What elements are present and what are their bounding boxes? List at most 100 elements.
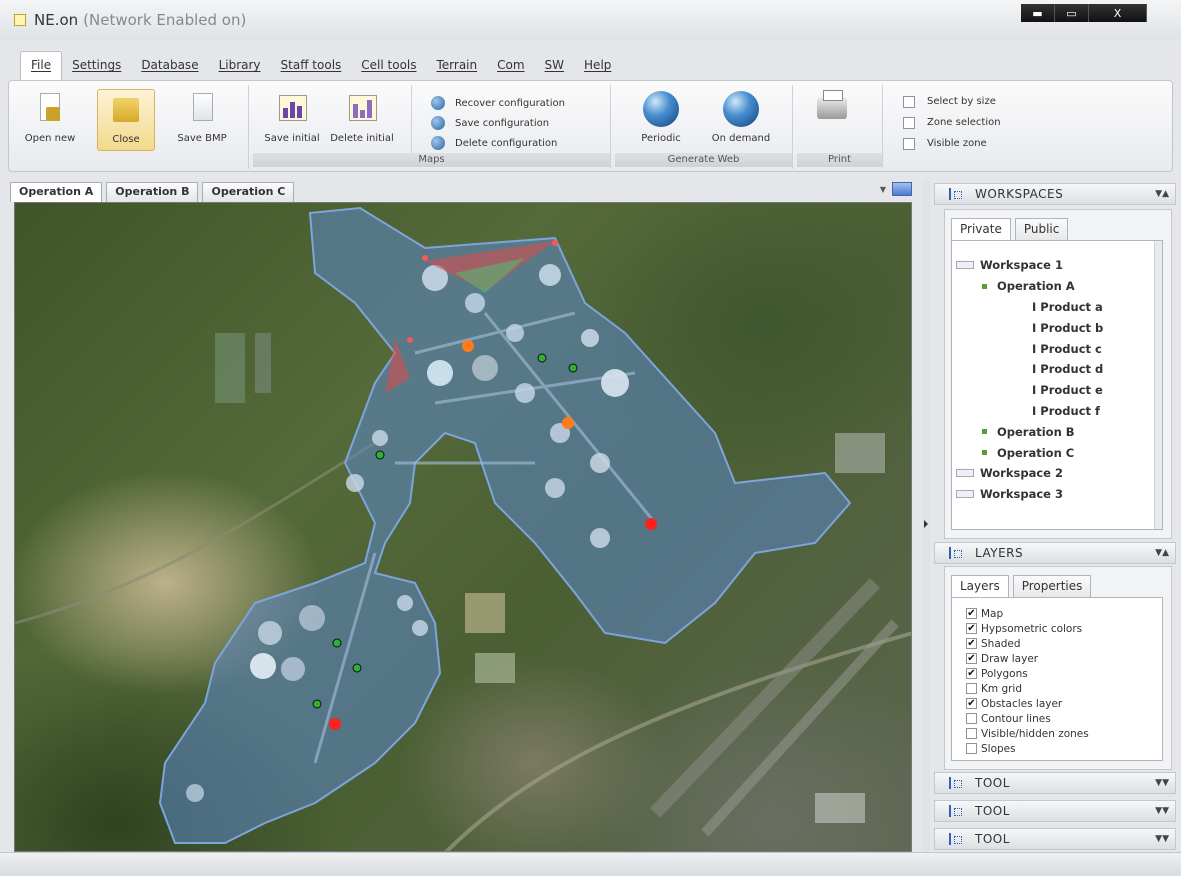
layer-checkbox[interactable] — [966, 713, 977, 724]
save-config-button[interactable]: Save configuration — [431, 113, 565, 133]
menu-help[interactable]: Help — [574, 58, 621, 80]
tree-product-f[interactable]: I Product f — [952, 401, 1162, 422]
open-new-button[interactable]: Open new — [17, 91, 83, 144]
tool-title: TOOL — [975, 832, 1010, 846]
maximize-button[interactable]: ▭ — [1055, 4, 1089, 22]
recover-config-label: Recover configuration — [455, 97, 565, 109]
tab-list-arrow-icon[interactable]: ▼ — [880, 185, 886, 194]
layer-checkbox[interactable] — [966, 728, 977, 739]
menu-cell-tools[interactable]: Cell tools — [351, 58, 426, 80]
window-layout-icon[interactable] — [892, 182, 912, 196]
tree-workspace-3[interactable]: Workspace 3 — [952, 484, 1162, 505]
tree-product-c[interactable]: I Product c — [952, 338, 1162, 359]
close-window-button[interactable]: X — [1089, 4, 1147, 22]
expand-arrow-icon[interactable]: ▼▼ — [1155, 806, 1169, 816]
layers-panel-header[interactable]: LAYERS ▼▲ — [934, 542, 1176, 564]
zone-selection-checkbox[interactable] — [903, 116, 915, 129]
layer-checkbox[interactable]: ✔ — [966, 623, 977, 634]
layer-checkbox[interactable]: ✔ — [966, 653, 977, 664]
visible-zone-option[interactable]: Visible zone — [903, 133, 1001, 154]
recover-config-button[interactable]: Recover configuration — [431, 93, 565, 113]
expand-arrow-icon[interactable]: ▼▼ — [1155, 834, 1169, 844]
delete-config-button[interactable]: Delete configuration — [431, 133, 565, 153]
layer-item[interactable]: ✔ Draw layer — [966, 651, 1162, 666]
tab-operation-a[interactable]: Operation A — [10, 182, 103, 202]
tool-panel-header-3[interactable]: TOOL ▼▼ — [934, 828, 1176, 850]
tree-operation-a[interactable]: Operation A — [952, 276, 1162, 297]
satellite-map[interactable] — [14, 202, 912, 852]
minimize-button[interactable]: ▬ — [1021, 4, 1055, 22]
tree-product-d[interactable]: I Product d — [952, 359, 1162, 380]
generate-web-group: Periodic On demand Generate Web — [615, 85, 793, 169]
layer-label: Map — [981, 607, 1004, 620]
layer-checkbox[interactable] — [966, 683, 977, 694]
tab-public[interactable]: Public — [1014, 218, 1069, 240]
tree-product-e[interactable]: I Product e — [952, 380, 1162, 401]
tree-operation-b[interactable]: Operation B — [952, 421, 1162, 442]
workspace-icon — [956, 261, 974, 270]
layer-item[interactable]: ✔ Hypsometric colors — [966, 621, 1162, 636]
expand-arrow-icon[interactable]: ▼▼ — [1155, 778, 1169, 788]
zone-selection-option[interactable]: Zone selection — [903, 112, 1001, 133]
tree-label: Operation C — [997, 445, 1075, 460]
tree-product-b[interactable]: I Product b — [952, 317, 1162, 338]
tab-private[interactable]: Private — [951, 218, 1011, 240]
tool-panel-header-1[interactable]: TOOL ▼▼ — [934, 772, 1176, 794]
menu-file[interactable]: File — [20, 51, 63, 80]
maps-group: Save initial Delete initial Recover conf… — [253, 85, 611, 169]
menu-sw[interactable]: SW — [535, 58, 574, 80]
tree-scrollbar[interactable] — [1154, 241, 1162, 529]
tree-label: Operation B — [997, 424, 1075, 439]
layer-checkbox[interactable]: ✔ — [966, 638, 977, 649]
menu-terrain[interactable]: Terrain — [427, 58, 488, 80]
select-by-size-option[interactable]: Select by size — [903, 91, 1001, 112]
workspaces-panel-header[interactable]: WORKSPACES ▼▲ — [934, 183, 1176, 205]
save-initial-button[interactable]: Save initial — [259, 91, 325, 144]
ribbon: Open new Close Save BMP Save initial Del… — [8, 80, 1173, 172]
layer-label: Slopes — [981, 742, 1016, 755]
tab-operation-c[interactable]: Operation C — [202, 182, 295, 202]
delete-initial-button[interactable]: Delete initial — [329, 91, 395, 144]
print-button[interactable] — [807, 90, 853, 133]
layer-item[interactable]: Km grid — [966, 681, 1162, 696]
menu-library[interactable]: Library — [209, 58, 271, 80]
layer-item[interactable]: ✔ Polygons — [966, 666, 1162, 681]
layer-checkbox[interactable] — [966, 743, 977, 754]
open-new-label: Open new — [24, 133, 76, 144]
layer-item[interactable]: ✔ Shaded — [966, 636, 1162, 651]
tab-layers[interactable]: Layers — [951, 575, 1009, 597]
layer-checkbox[interactable]: ✔ — [966, 608, 977, 619]
save-initial-icon — [275, 91, 309, 129]
maps-group-label: Maps — [253, 153, 610, 167]
tab-operation-b[interactable]: Operation B — [106, 182, 199, 202]
close-button[interactable]: Close — [97, 89, 155, 151]
tree-product-a[interactable]: I Product a — [952, 297, 1162, 318]
panel-pin-icon — [947, 187, 962, 201]
tab-properties[interactable]: Properties — [1012, 575, 1092, 597]
save-bmp-button[interactable]: Save BMP — [169, 91, 235, 144]
menu-settings[interactable]: Settings — [62, 58, 131, 80]
panel-splitter[interactable] — [922, 180, 930, 852]
on-demand-button[interactable]: On demand — [707, 91, 775, 144]
menu-staff-tools[interactable]: Staff tools — [271, 58, 352, 80]
menu-database[interactable]: Database — [131, 58, 208, 80]
layer-item[interactable]: ✔ Obstacles layer — [966, 696, 1162, 711]
layer-item[interactable]: Slopes — [966, 741, 1162, 756]
layer-checkbox[interactable]: ✔ — [966, 668, 977, 679]
layer-checkbox[interactable]: ✔ — [966, 698, 977, 709]
tree-operation-c[interactable]: Operation C — [952, 442, 1162, 463]
tree-workspace-1[interactable]: Workspace 1 — [952, 255, 1162, 276]
periodic-button[interactable]: Periodic — [627, 91, 695, 144]
tree-workspace-2[interactable]: Workspace 2 — [952, 463, 1162, 484]
menu-com[interactable]: Com — [487, 58, 534, 80]
visible-zone-checkbox[interactable] — [903, 137, 915, 150]
print-group: Print — [797, 85, 883, 169]
layer-item[interactable]: ✔ Map — [966, 606, 1162, 621]
workspaces-panel: Private Public Workspace 1 Operation A I… — [944, 209, 1172, 539]
layer-item[interactable]: Contour lines — [966, 711, 1162, 726]
layer-item[interactable]: Visible/hidden zones — [966, 726, 1162, 741]
collapse-arrow-icon[interactable]: ▼▲ — [1155, 189, 1169, 199]
tool-panel-header-2[interactable]: TOOL ▼▼ — [934, 800, 1176, 822]
select-by-size-checkbox[interactable] — [903, 95, 915, 108]
collapse-arrow-icon[interactable]: ▼▲ — [1155, 548, 1169, 558]
